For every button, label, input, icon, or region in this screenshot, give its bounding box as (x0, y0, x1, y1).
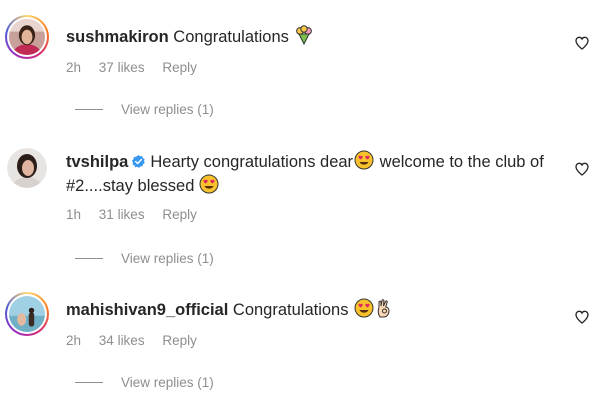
heart-eyes-emoji (199, 174, 219, 194)
reply-button[interactable]: Reply (162, 333, 197, 349)
heart-eyes-emoji (354, 150, 374, 170)
view-replies-button[interactable]: View replies (1) (75, 251, 214, 266)
heart-eyes-emoji (354, 298, 374, 318)
comment-text: sushmakiron Congratulations (66, 25, 560, 49)
comment-text: tvshilpa Hearty congratulations dear wel… (66, 150, 560, 198)
comment-meta: 1h 31 likes Reply (66, 207, 211, 223)
comment-body: Congratulations (173, 28, 289, 46)
comment-text: mahishivan9_official Congratulations (66, 298, 560, 322)
view-replies-label[interactable]: View replies (1) (121, 375, 214, 390)
comment-time: 2h (66, 333, 82, 348)
bouquet-emoji (296, 25, 313, 45)
ok-hand-emoji (377, 299, 390, 318)
comment-likes[interactable]: 34 likes (99, 333, 145, 349)
comment-likes[interactable]: 31 likes (99, 207, 145, 223)
username[interactable]: mahishivan9_official (66, 301, 228, 319)
avatar[interactable] (7, 148, 47, 188)
verified-badge-icon (132, 154, 146, 168)
reply-button[interactable]: Reply (162, 207, 197, 223)
comment-body: Congratulations (232, 301, 349, 319)
username[interactable]: tvshilpa (66, 153, 128, 171)
comment-meta: 2h 37 likes Reply (66, 60, 211, 76)
view-replies-button[interactable]: View replies (1) (75, 375, 214, 390)
reply-button[interactable]: Reply (162, 60, 197, 76)
username[interactable]: sushmakiron (66, 28, 169, 46)
avatar[interactable] (5, 292, 49, 336)
comment-time: 2h (66, 60, 82, 75)
view-replies-label[interactable]: View replies (1) (121, 102, 214, 117)
comment-likes[interactable]: 37 likes (99, 60, 145, 76)
heart-outline-icon[interactable] (574, 309, 590, 325)
view-replies-button[interactable]: View replies (1) (75, 102, 214, 117)
divider (75, 258, 103, 259)
avatar[interactable] (5, 15, 49, 59)
view-replies-label[interactable]: View replies (1) (121, 251, 214, 266)
divider (75, 382, 103, 383)
heart-outline-icon[interactable] (574, 161, 590, 177)
comment-body: Hearty congratulations dear (150, 153, 354, 171)
comment-meta: 2h 34 likes Reply (66, 333, 211, 349)
comment-time: 1h (66, 207, 82, 222)
divider (75, 109, 103, 110)
heart-outline-icon[interactable] (574, 35, 590, 51)
